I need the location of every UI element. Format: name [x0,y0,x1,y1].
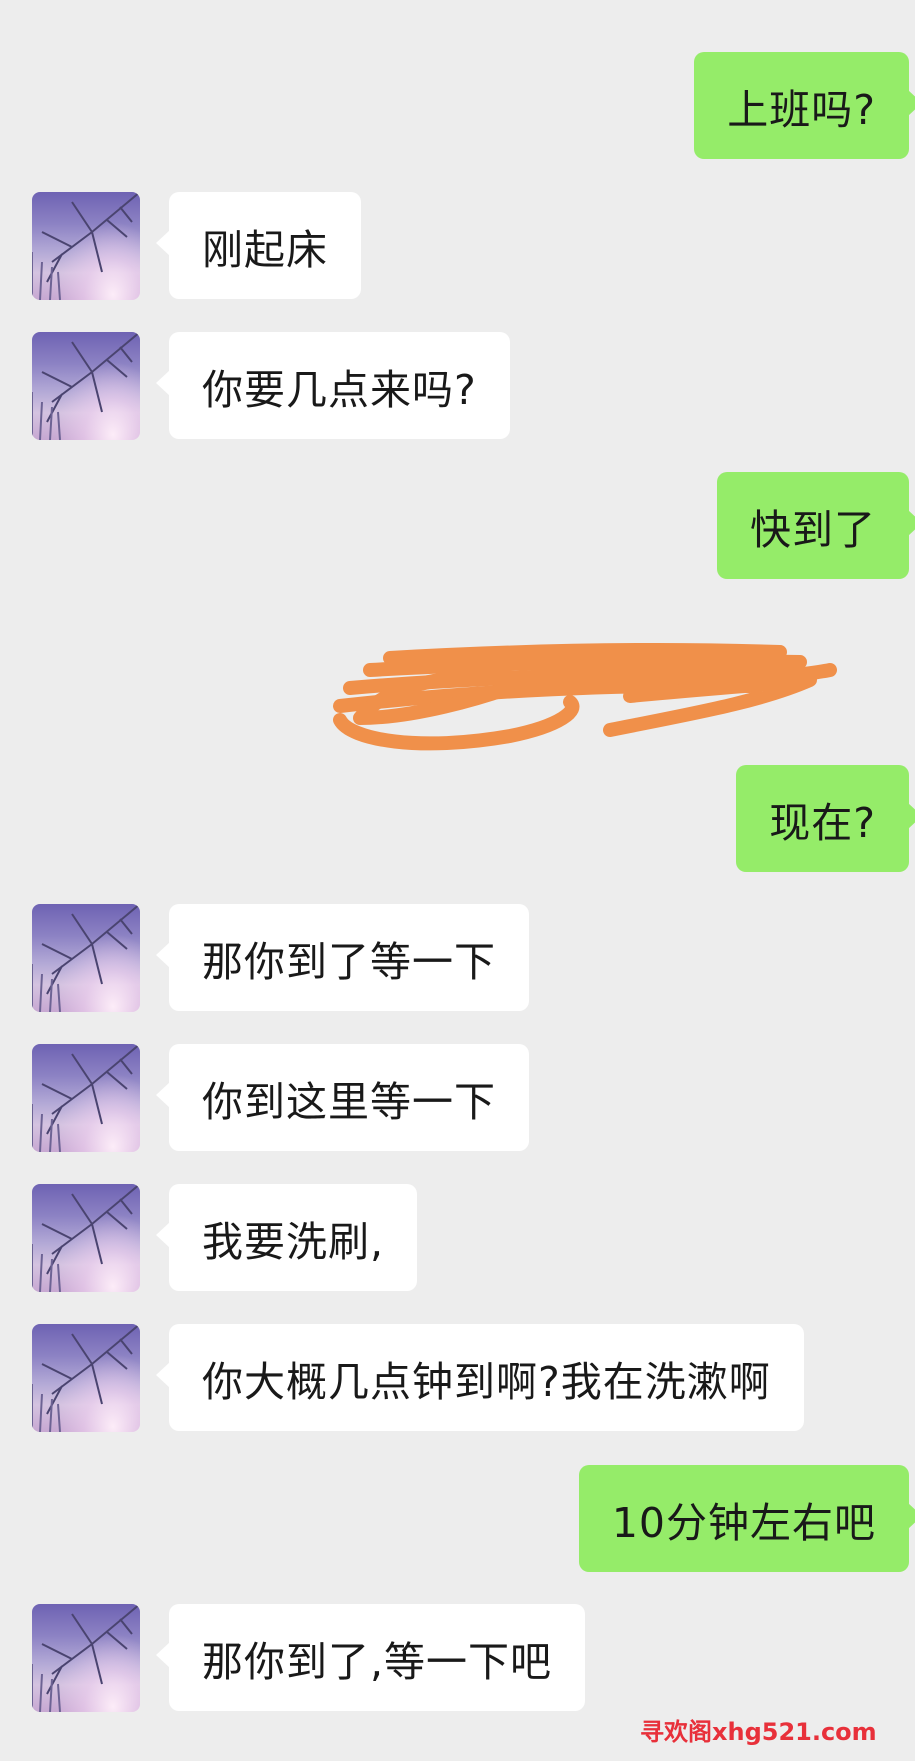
tree-branch-icon [32,192,140,300]
contact-avatar[interactable] [32,1184,140,1292]
message-bubble-outgoing[interactable]: 快到了 [717,472,915,579]
watermark: 寻欢阁xhg521.com [640,1718,877,1746]
tree-branch-icon [32,1324,140,1432]
message-bubble-incoming[interactable]: 你到这里等一下 [156,1044,529,1151]
contact-avatar[interactable] [32,1604,140,1712]
contact-avatar[interactable] [32,904,140,1012]
tree-branch-icon [32,1184,140,1292]
message-bubble-incoming[interactable]: 刚起床 [156,192,361,299]
contact-avatar[interactable] [32,1324,140,1432]
message-bubble-outgoing[interactable]: 上班吗? [694,52,915,159]
message-bubble-incoming[interactable]: 那你到了等一下 [156,904,529,1011]
contact-avatar[interactable] [32,192,140,300]
message-bubble-incoming[interactable]: 那你到了,等一下吧 [155,1604,586,1711]
tree-branch-icon [32,332,140,440]
tree-branch-icon [32,1044,140,1152]
tree-branch-icon [32,904,140,1012]
tree-branch-icon [32,1604,140,1712]
message-bubble-incoming[interactable]: 你大概几点钟到啊?我在洗漱啊 [156,1324,804,1431]
message-bubble-outgoing[interactable]: 10分钟左右吧 [578,1465,915,1572]
contact-avatar[interactable] [32,1044,140,1152]
message-bubble-incoming[interactable]: 我要洗刷, [155,1184,418,1291]
contact-avatar[interactable] [32,332,140,440]
redaction-scribble [333,643,837,751]
message-bubble-incoming[interactable]: 你要几点来吗? [156,332,510,439]
message-bubble-outgoing[interactable]: 现在? [736,765,915,872]
